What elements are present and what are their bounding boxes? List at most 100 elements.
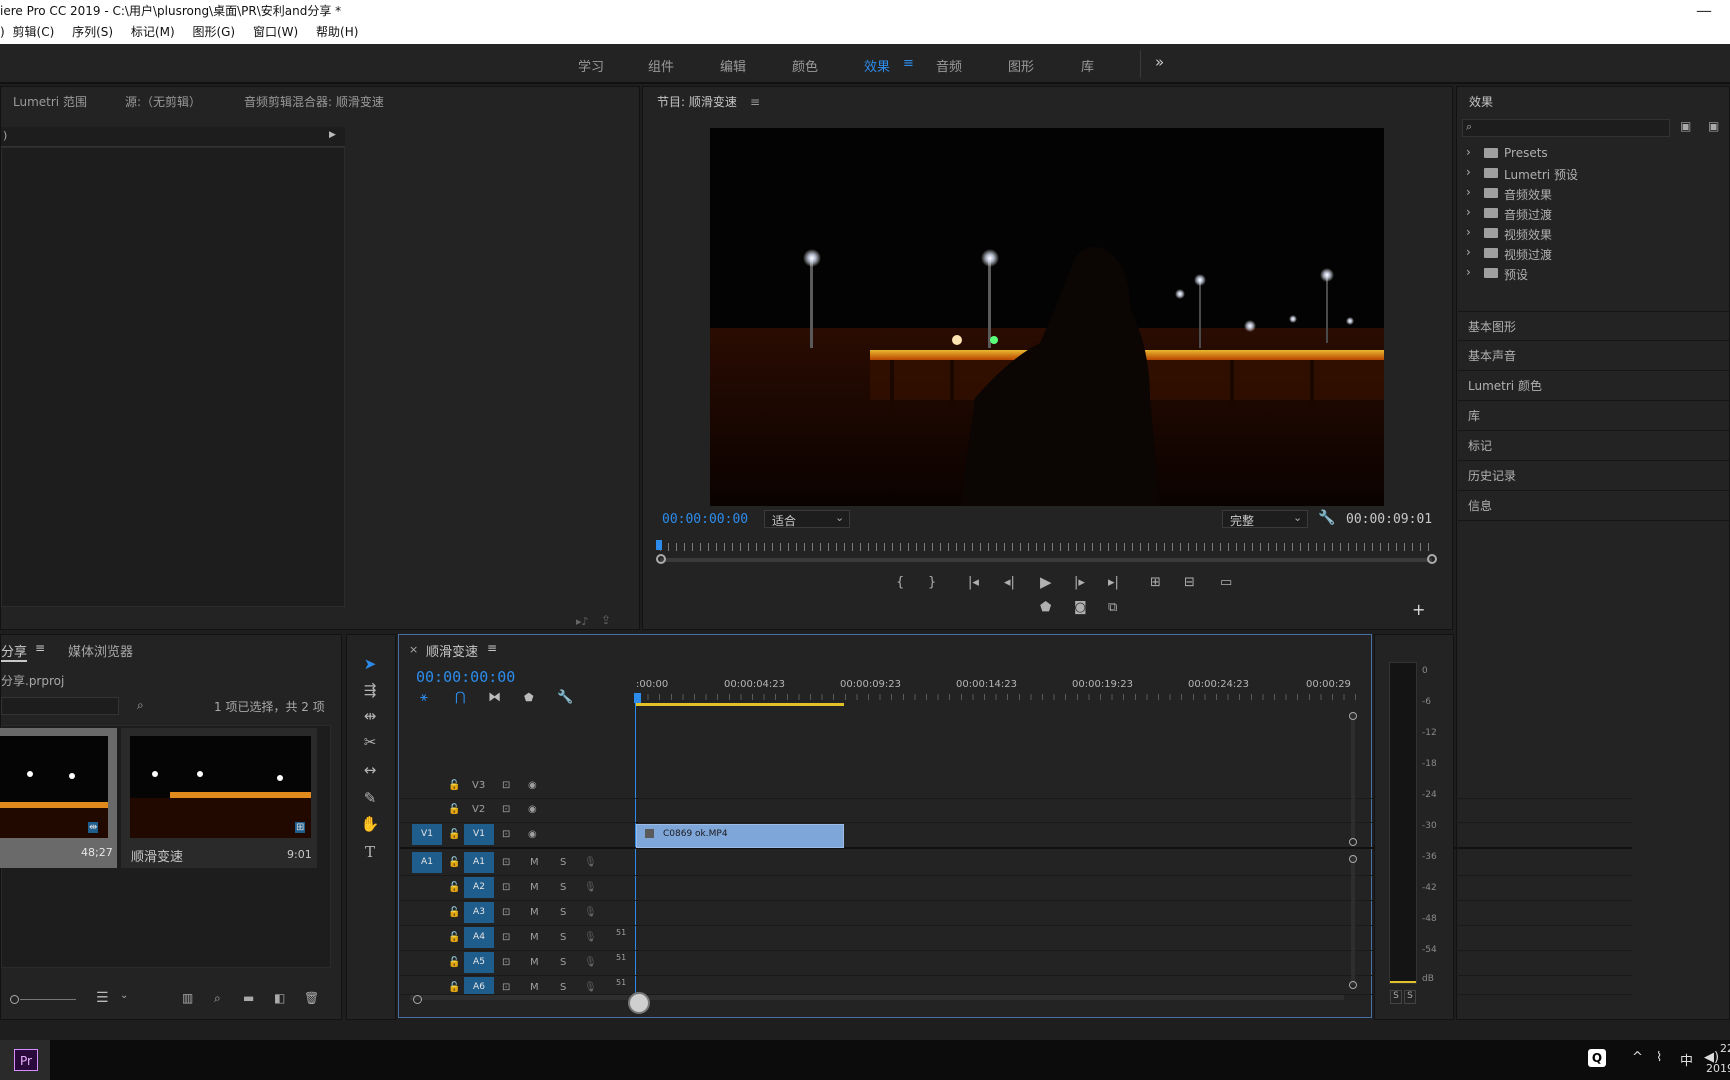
panel-libraries[interactable]: 库 bbox=[1458, 401, 1730, 431]
effects-search-input[interactable]: ⌕ bbox=[1462, 119, 1670, 137]
taskbar-app-pr[interactable]: Pr bbox=[0, 1040, 50, 1080]
effects-folder[interactable]: › 视频过渡 bbox=[1460, 244, 1730, 264]
ripple-edit-tool-icon[interactable]: ⇹ bbox=[356, 704, 384, 728]
lock-icon[interactable]: 🔓 bbox=[448, 804, 460, 815]
timeline-clip[interactable]: C0869 ok.MP4 bbox=[636, 824, 844, 848]
track-label-a2[interactable]: A2 bbox=[464, 877, 494, 898]
vscroll-handle-top[interactable] bbox=[1349, 855, 1357, 863]
eye-icon[interactable]: ◉ bbox=[528, 829, 537, 840]
track-label-a6[interactable]: A6 bbox=[464, 977, 494, 994]
32bit-effects-icon[interactable]: ▣ bbox=[1708, 119, 1719, 133]
workspace-tab-audio[interactable]: 音频 bbox=[936, 56, 962, 75]
export-icon[interactable]: ⇪ bbox=[601, 613, 611, 627]
camera-icon[interactable]: ◙ bbox=[1074, 600, 1087, 615]
panel-menu-icon[interactable]: ≡ bbox=[750, 87, 760, 117]
trash-icon[interactable]: 🗑 bbox=[304, 991, 319, 1005]
solo-button[interactable]: S bbox=[560, 857, 566, 868]
lift-icon[interactable]: ⊞ bbox=[1150, 575, 1161, 590]
sort-icon[interactable]: ☰ bbox=[96, 990, 109, 1006]
effects-panel-title[interactable]: 效果 bbox=[1469, 87, 1493, 117]
tray-app-icon[interactable]: Q bbox=[1588, 1049, 1606, 1067]
program-video-frame[interactable] bbox=[710, 128, 1384, 506]
track-label-a4[interactable]: A4 bbox=[464, 927, 494, 948]
linked-selection-icon[interactable]: ⧓ bbox=[488, 690, 501, 705]
sync-lock-icon[interactable]: ⊡ bbox=[502, 829, 510, 840]
panel-info[interactable]: 信息 bbox=[1458, 491, 1730, 521]
timeline-timecode[interactable]: 00:00:00:00 bbox=[416, 668, 515, 686]
solo-button[interactable]: S bbox=[560, 882, 566, 893]
lock-icon[interactable]: 🔓 bbox=[448, 932, 460, 943]
effects-folder[interactable]: › 预设 bbox=[1460, 264, 1730, 284]
menu-help[interactable]: 帮助(H) bbox=[316, 22, 358, 42]
solo-button[interactable]: S bbox=[560, 982, 566, 993]
project-item-selected[interactable]: ⇹ 48;27 bbox=[0, 728, 117, 868]
close-icon[interactable]: × bbox=[409, 643, 418, 656]
menu-sequence[interactable]: 序列(S) bbox=[72, 22, 113, 42]
source-patch-v1[interactable]: V1 bbox=[412, 824, 442, 845]
panel-menu-icon[interactable]: ≡ bbox=[487, 641, 497, 655]
sync-lock-icon[interactable]: ⊡ bbox=[502, 857, 510, 868]
clock-date[interactable]: 2019 bbox=[1706, 1062, 1730, 1075]
wrench-icon[interactable]: 🔧 bbox=[557, 690, 573, 705]
timeline-title[interactable]: 顺滑变速 bbox=[426, 641, 478, 660]
wrench-icon[interactable]: 🔧 bbox=[1318, 510, 1335, 526]
mic-icon[interactable]: 🎙 bbox=[584, 882, 597, 893]
compare-icon[interactable]: ▭ bbox=[1220, 575, 1232, 590]
project-search-input[interactable] bbox=[1, 697, 119, 715]
workspace-tab-graphics[interactable]: 图形 bbox=[1008, 56, 1034, 75]
sync-lock-icon[interactable]: ⊡ bbox=[502, 882, 510, 893]
nest-icon[interactable]: ⚹ bbox=[420, 690, 428, 705]
panel-history[interactable]: 历史记录 bbox=[1458, 461, 1730, 491]
source-dropdown[interactable]: ) ▶ bbox=[1, 127, 345, 147]
scrollbar-handle-left[interactable] bbox=[656, 554, 666, 564]
lock-icon[interactable]: 🔓 bbox=[448, 857, 460, 868]
tab-project[interactable]: 分享 bbox=[1, 641, 28, 662]
program-time-ruler[interactable] bbox=[660, 543, 1436, 551]
sync-lock-icon[interactable]: ⊡ bbox=[502, 907, 510, 918]
track-label-a5[interactable]: A5 bbox=[464, 952, 494, 973]
chevron-down-icon[interactable]: ⌄ bbox=[120, 990, 128, 1001]
solo-right-button[interactable]: S bbox=[1404, 990, 1416, 1004]
mic-icon[interactable]: 🎙 bbox=[584, 932, 597, 943]
workspace-tab-effects[interactable]: 效果 bbox=[864, 56, 890, 75]
drag-audio-icon[interactable]: ▸♪ bbox=[576, 615, 589, 628]
ime-indicator[interactable]: 中 bbox=[1680, 1050, 1693, 1069]
find-icon[interactable]: ⌕ bbox=[214, 991, 221, 1006]
extract-icon[interactable]: ⊟ bbox=[1184, 575, 1195, 590]
new-item-icon[interactable]: ◧ bbox=[274, 991, 285, 1005]
find-icon[interactable]: ⌕ bbox=[137, 698, 144, 713]
clock-time[interactable]: 22 bbox=[1720, 1042, 1730, 1055]
scrollbar-handle-left[interactable] bbox=[413, 995, 422, 1004]
step-back-icon[interactable]: ◂| bbox=[1004, 575, 1015, 590]
vscroll-handle-bottom[interactable] bbox=[1349, 838, 1357, 846]
go-to-in-icon[interactable]: |◂ bbox=[968, 575, 979, 590]
playhead-marker[interactable] bbox=[656, 540, 662, 550]
lock-icon[interactable]: 🔓 bbox=[448, 780, 460, 791]
zoom-scrollbar[interactable] bbox=[660, 558, 1432, 562]
effects-folder[interactable]: › 视频效果 bbox=[1460, 224, 1730, 244]
go-to-out-icon[interactable]: ▸| bbox=[1108, 575, 1119, 590]
workspace-overflow-icon[interactable]: » bbox=[1155, 53, 1164, 71]
menu-window[interactable]: 窗口(W) bbox=[253, 22, 298, 42]
tab-media-browser[interactable]: 媒体浏览器 bbox=[68, 641, 133, 660]
quality-dropdown[interactable]: 完整 ⌄ bbox=[1222, 510, 1308, 528]
mute-button[interactable]: M bbox=[530, 957, 539, 968]
triangle-right-icon[interactable]: ▶ bbox=[329, 130, 336, 140]
effects-folder[interactable]: › Lumetri 预设 bbox=[1460, 164, 1730, 184]
lock-icon[interactable]: 🔓 bbox=[448, 957, 460, 968]
lock-icon[interactable]: 🔓 bbox=[448, 907, 460, 918]
zoom-slider-track[interactable] bbox=[20, 999, 76, 1000]
panel-essential-sound[interactable]: 基本声音 bbox=[1458, 341, 1730, 371]
video-vertical-scrollbar[interactable] bbox=[1351, 712, 1355, 840]
panel-markers[interactable]: 标记 bbox=[1458, 431, 1730, 461]
type-tool-icon[interactable]: T bbox=[356, 840, 384, 864]
menu-clip[interactable]: 剪辑(C) bbox=[13, 22, 55, 42]
track-label-a3[interactable]: A3 bbox=[464, 902, 494, 923]
scrollbar-handle-right[interactable] bbox=[1427, 554, 1437, 564]
close-icon[interactable]: — bbox=[1696, 0, 1712, 22]
new-bin-icon[interactable]: ▬ bbox=[243, 991, 254, 1005]
timeline-horizontal-scrollbar[interactable] bbox=[410, 995, 1344, 1000]
sync-lock-icon[interactable]: ⊡ bbox=[502, 932, 510, 943]
track-select-tool-icon[interactable]: ⇶ bbox=[356, 678, 384, 702]
snap-magnet-icon[interactable]: ⋂ bbox=[455, 690, 466, 705]
